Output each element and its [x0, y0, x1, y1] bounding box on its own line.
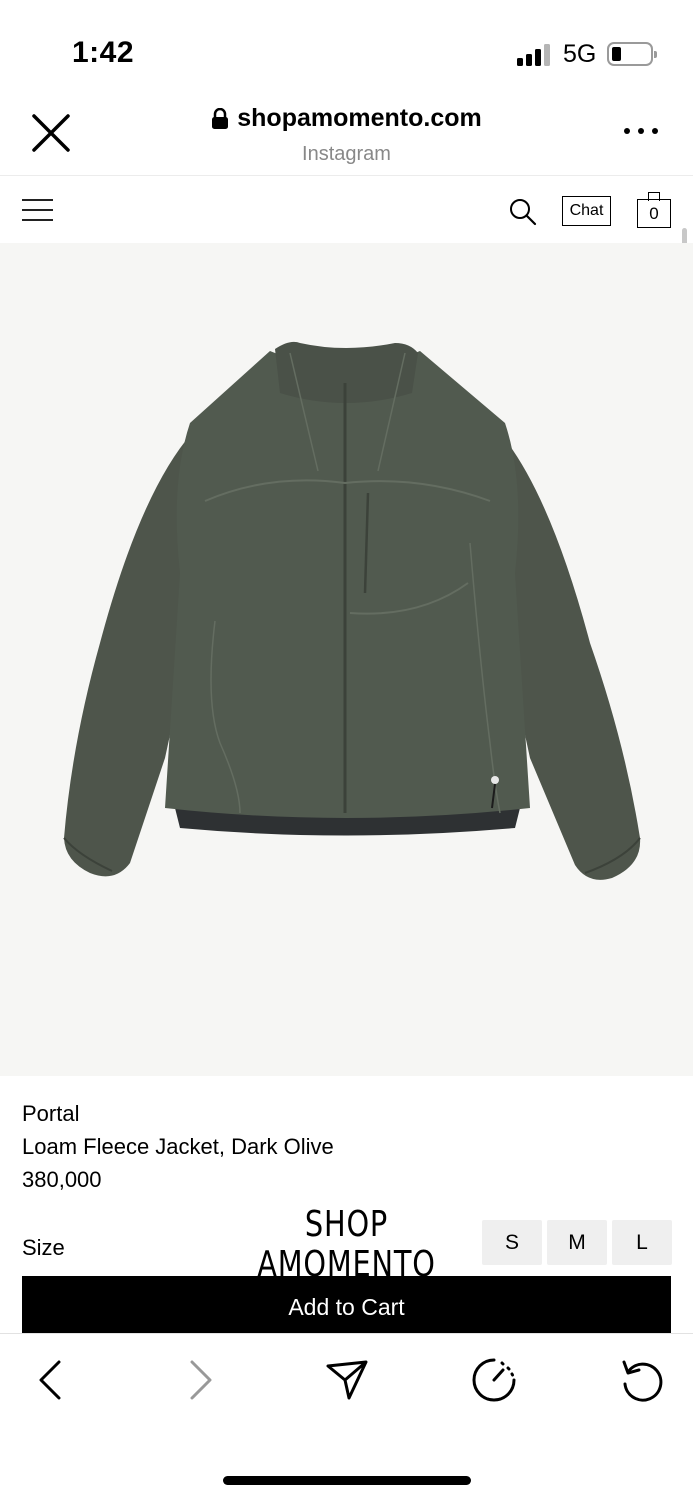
address-bar[interactable]: shopamomento.com Instagram [0, 104, 693, 166]
home-indicator[interactable] [223, 1476, 471, 1485]
product-price: 380,000 [22, 1167, 102, 1192]
share-icon[interactable] [325, 1358, 369, 1402]
product-brand: Portal [22, 1101, 80, 1126]
hamburger-icon[interactable] [22, 197, 53, 223]
speed-icon[interactable] [472, 1358, 516, 1402]
cart-count: 0 [637, 199, 671, 228]
browser-toolbar [0, 1333, 693, 1500]
browser-header: shopamomento.com Instagram [0, 100, 693, 176]
status-time: 1:42 [72, 36, 135, 69]
size-option-s[interactable]: S [482, 1220, 542, 1265]
more-dots-icon[interactable] [624, 128, 658, 138]
chat-button[interactable]: Chat [562, 196, 611, 226]
status-bar: 1:42 5G [0, 0, 693, 100]
shop-logo: SHOP AMOMENTO [257, 1205, 437, 1277]
search-icon[interactable] [509, 198, 537, 226]
cart-button[interactable]: 0 [637, 192, 671, 228]
logo-line-2: AMOMENTO [257, 1244, 436, 1278]
forward-icon[interactable] [178, 1358, 222, 1402]
lock-icon [211, 107, 229, 130]
network-type: 5G [563, 40, 597, 68]
product-image[interactable] [0, 243, 693, 1076]
signal-strength-icon [517, 44, 553, 66]
size-option-l[interactable]: L [612, 1220, 672, 1265]
product-name: Loam Fleece Jacket, Dark Olive [22, 1134, 334, 1159]
back-icon[interactable] [29, 1358, 73, 1402]
referrer-source: Instagram [302, 142, 391, 165]
logo-line-1: SHOP [304, 1205, 389, 1245]
add-to-cart-button[interactable]: Add to Cart [22, 1276, 671, 1334]
site-domain: shopamomento.com [237, 104, 482, 132]
product-info: Portal Loam Fleece Jacket, Dark Olive 38… [22, 1097, 334, 1196]
site-nav: Chat 0 [0, 177, 693, 243]
reload-icon[interactable] [620, 1358, 664, 1402]
size-option-m[interactable]: M [547, 1220, 607, 1265]
size-label: Size [22, 1235, 65, 1260]
battery-icon [607, 42, 657, 66]
